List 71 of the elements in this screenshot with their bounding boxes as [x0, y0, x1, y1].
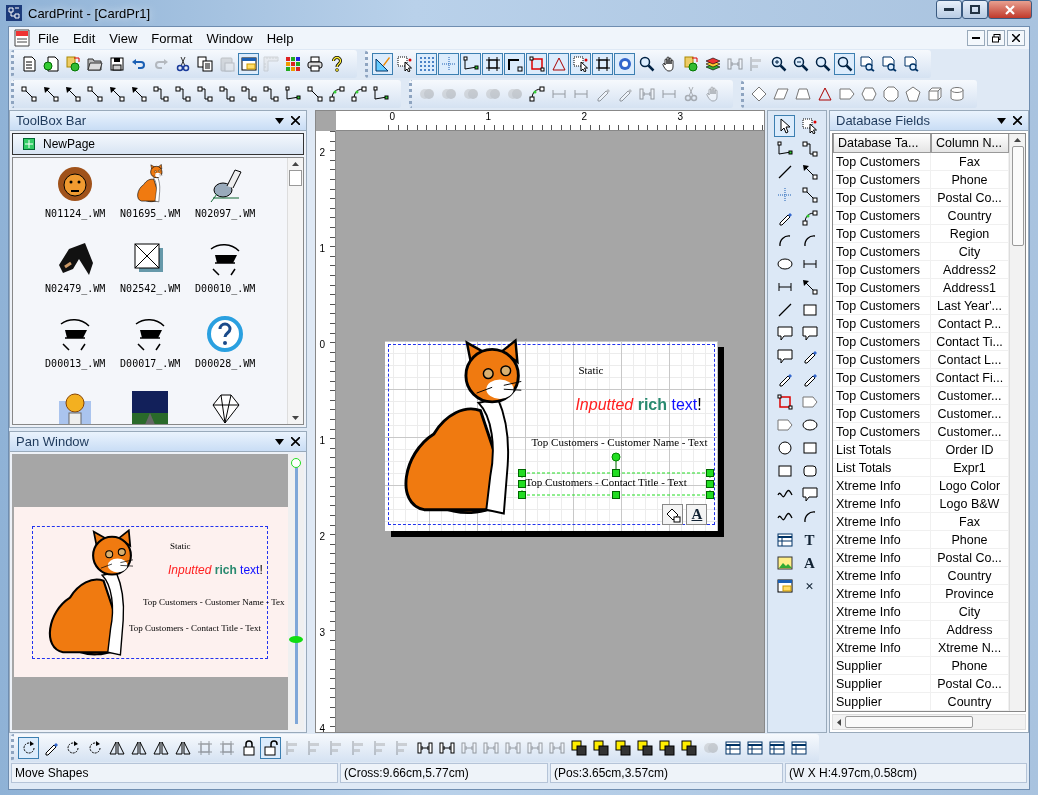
table-cell: Xtreme Info: [833, 621, 931, 639]
status-message: Move Shapes: [11, 763, 338, 783]
clipart-item[interactable]: N02097_.WM: [187, 164, 263, 239]
field-text: Top Customers - Customer Name - Tex: [143, 597, 285, 607]
table-cell: Xtreme Info: [833, 603, 931, 621]
table-cell: Top Customers: [833, 315, 931, 333]
column-header[interactable]: Database Ta...: [833, 134, 931, 153]
table-cell: Top Customers: [833, 225, 931, 243]
menu-item[interactable]: File: [31, 29, 66, 47]
panel-title: Pan Window: [16, 434, 90, 449]
table-cell: Top Customers: [833, 243, 931, 261]
clipart-item[interactable]: N01124_.WM: [37, 164, 113, 239]
window-title: CardPrint - [CardPr1]: [28, 5, 152, 21]
menu-item[interactable]: Edit: [65, 29, 103, 47]
field-text: Top Customers - Contact Title - Text: [129, 623, 262, 633]
table-cell: Xtreme Info: [833, 531, 931, 549]
clipart-item[interactable]: D00028_.WM: [187, 314, 263, 389]
table-cell: List Totals: [833, 441, 931, 459]
table-cell: List Totals: [833, 459, 931, 477]
table-cell: Xtreme Info: [833, 513, 931, 531]
table-cell: Top Customers: [833, 351, 931, 369]
panel-title: Database Fields: [836, 113, 931, 128]
table-cell: Top Customers: [833, 333, 931, 351]
table-cell: Top Customers: [833, 261, 931, 279]
table-cell: Supplier: [833, 693, 931, 711]
horizontal-ruler: 0 1 2 3: [336, 111, 764, 131]
clipart-item[interactable]: D00013_.WM: [37, 314, 113, 389]
column-header[interactable]: Column N...: [931, 134, 1009, 153]
table-cell: Top Customers: [833, 279, 931, 297]
table-cell: Top Customers: [833, 369, 931, 387]
shape-size: (W X H:4.97cm,0.58cm): [785, 763, 1027, 783]
table-cell: Top Customers: [833, 297, 931, 315]
table-cell: Xtreme Info: [833, 585, 931, 603]
table-cell: Top Customers: [833, 189, 931, 207]
clipart-item[interactable]: N02479_.WM: [37, 239, 113, 314]
table-cell: Xtreme Info: [833, 549, 931, 567]
menu-item[interactable]: Format: [144, 29, 200, 47]
vertical-ruler: 2 1 0 1 2 3 4: [316, 131, 337, 732]
tool-button[interactable]: T: [799, 529, 820, 551]
table-cell: Xtreme Info: [833, 495, 931, 513]
field-text[interactable]: Top Customers - Customer Name - Text: [531, 436, 708, 448]
table-cell: Top Customers: [833, 207, 931, 225]
table-cell: Supplier: [833, 657, 931, 675]
table-cell: Top Customers: [833, 387, 931, 405]
table-cell: Top Customers: [833, 171, 931, 189]
menu-item[interactable]: Window: [199, 29, 260, 47]
panel-title: ToolBox Bar: [16, 113, 88, 128]
cursor-position: (Cross:9.66cm,5.77cm): [340, 763, 548, 783]
clipart-item[interactable]: D00017_.WM: [112, 314, 188, 389]
menu-item[interactable]: View: [102, 29, 145, 47]
clipart-item[interactable]: N01695_.WM: [112, 164, 188, 239]
static-text: Static: [170, 541, 191, 551]
table-cell: Supplier: [833, 675, 931, 693]
shape-position: (Pos:3.65cm,3.57cm): [550, 763, 783, 783]
page-name: NewPage: [43, 137, 96, 151]
table-cell: Xtreme Info: [833, 477, 931, 495]
table-cell: Xtreme Info: [833, 639, 931, 657]
page-tab[interactable]: NewPage: [12, 133, 305, 155]
tool-button[interactable]: A: [799, 552, 820, 574]
rich-text: Inputted rich text!: [168, 563, 263, 577]
table-cell: Xtreme Info: [833, 567, 931, 585]
static-text[interactable]: Static: [578, 364, 604, 376]
tool-button[interactable]: ×: [799, 575, 820, 597]
rich-text[interactable]: Inputted rich text!: [575, 396, 702, 414]
table-cell: Top Customers: [833, 423, 931, 441]
table-cell: Top Customers: [833, 405, 931, 423]
clipart-item[interactable]: D00010_.WM: [187, 239, 263, 314]
clipart-item[interactable]: N02542_.WM: [112, 239, 188, 314]
menu-item[interactable]: Help: [259, 29, 301, 47]
table-cell: Top Customers: [833, 153, 931, 171]
font-button[interactable]: A: [686, 504, 708, 525]
